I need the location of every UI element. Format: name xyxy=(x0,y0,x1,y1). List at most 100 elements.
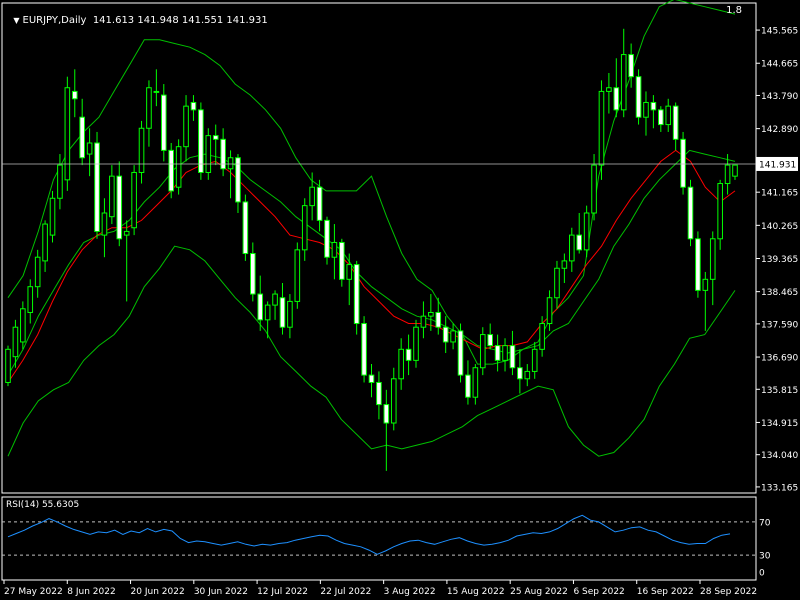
candle-body xyxy=(12,326,19,358)
candle xyxy=(346,253,353,306)
candle xyxy=(383,389,390,471)
candle-body xyxy=(146,87,152,129)
candle xyxy=(20,301,26,350)
price-tick-label: 138.465 xyxy=(761,288,798,298)
time-tick-label: 20 Jun 2022 xyxy=(131,587,185,597)
rsi-line xyxy=(7,514,731,555)
candle-body xyxy=(606,87,612,92)
time-tick-label: 28 Sep 2022 xyxy=(700,587,757,597)
candle xyxy=(168,143,175,199)
price-tick-label: 135.815 xyxy=(761,386,798,396)
candle-body xyxy=(198,109,204,173)
candle-body xyxy=(509,345,516,369)
candle-body xyxy=(294,249,301,302)
candle xyxy=(316,179,323,232)
candle xyxy=(287,294,293,339)
candle-body xyxy=(368,374,375,383)
candle xyxy=(650,95,657,129)
candle-body xyxy=(324,219,330,258)
candle-body xyxy=(650,101,657,111)
candle xyxy=(598,80,605,180)
dropdown-triangle-icon[interactable]: ▼ xyxy=(13,16,19,25)
candle-body xyxy=(620,54,627,111)
candle-body xyxy=(220,138,226,170)
time-tick-label: 16 Sep 2022 xyxy=(637,587,694,597)
candle xyxy=(42,220,48,272)
price-tick-label: 141.165 xyxy=(761,189,798,199)
candle xyxy=(583,205,590,258)
candle xyxy=(732,164,738,180)
candle xyxy=(272,290,278,320)
candle-body xyxy=(331,241,338,258)
candle-body xyxy=(487,334,493,347)
candle xyxy=(131,165,137,236)
candle xyxy=(494,334,501,372)
price-tick-label: 134.915 xyxy=(761,419,798,429)
candle-body xyxy=(576,234,583,251)
candle xyxy=(665,98,672,132)
candle-body xyxy=(353,264,360,325)
candle-body xyxy=(64,87,71,181)
candle xyxy=(153,69,160,107)
candle xyxy=(138,120,145,184)
candle xyxy=(390,367,397,431)
candle xyxy=(509,330,516,376)
candle-body xyxy=(264,304,271,321)
candle-body xyxy=(34,256,41,288)
candle-body xyxy=(442,326,449,343)
candle-body xyxy=(413,326,419,361)
price-panel-frame xyxy=(1,2,757,494)
candle-body xyxy=(472,367,479,398)
time-tick-label: 30 Jun 2022 xyxy=(194,587,248,597)
candle xyxy=(116,161,123,247)
time-tick-label: 15 Aug 2022 xyxy=(447,587,505,597)
candle xyxy=(376,371,382,420)
candle xyxy=(502,338,508,372)
candle xyxy=(94,131,100,239)
candle xyxy=(465,360,471,405)
time-tick-label: 8 Jun 2022 xyxy=(67,587,115,597)
candle-body xyxy=(175,146,182,188)
candle-body xyxy=(687,186,694,240)
time-tick-label: 27 May 2022 xyxy=(4,587,63,597)
ohlc-values: 141.613 141.948 141.551 141.931 xyxy=(92,15,268,26)
candle-body xyxy=(160,94,167,151)
candle-body xyxy=(183,105,189,148)
candle-body xyxy=(465,374,471,398)
candle-body xyxy=(279,297,286,328)
candle-body xyxy=(346,264,353,280)
candle-body xyxy=(554,267,560,299)
candle-body xyxy=(398,348,404,380)
candle-body xyxy=(71,90,78,100)
candle-body xyxy=(709,238,716,280)
candle xyxy=(109,165,115,225)
candle-body xyxy=(57,164,63,199)
candle-body xyxy=(546,297,553,325)
candle xyxy=(101,198,108,258)
candle xyxy=(635,69,642,125)
scale-number: 1.8 xyxy=(726,5,742,16)
candle-body xyxy=(428,311,434,317)
candle xyxy=(123,220,130,302)
candle-body xyxy=(695,238,701,291)
price-tick-label: 144.665 xyxy=(761,60,798,70)
candle-body xyxy=(390,378,397,424)
candle xyxy=(79,98,85,166)
candle xyxy=(405,334,412,376)
candle xyxy=(235,154,241,213)
candle xyxy=(695,231,701,298)
candle xyxy=(472,364,479,405)
candle-body xyxy=(383,404,390,424)
candle xyxy=(442,316,449,353)
candle-body xyxy=(116,175,123,240)
candle xyxy=(279,283,286,335)
candle xyxy=(190,95,197,121)
candle xyxy=(27,279,34,324)
candle-body xyxy=(724,164,731,185)
price-tick-label: 136.690 xyxy=(761,354,798,364)
candle-body xyxy=(20,308,26,343)
candle xyxy=(717,179,723,250)
candle-body xyxy=(450,330,456,343)
price-tick-label: 134.040 xyxy=(761,451,798,461)
time-tick-label: 25 Aug 2022 xyxy=(510,587,568,597)
